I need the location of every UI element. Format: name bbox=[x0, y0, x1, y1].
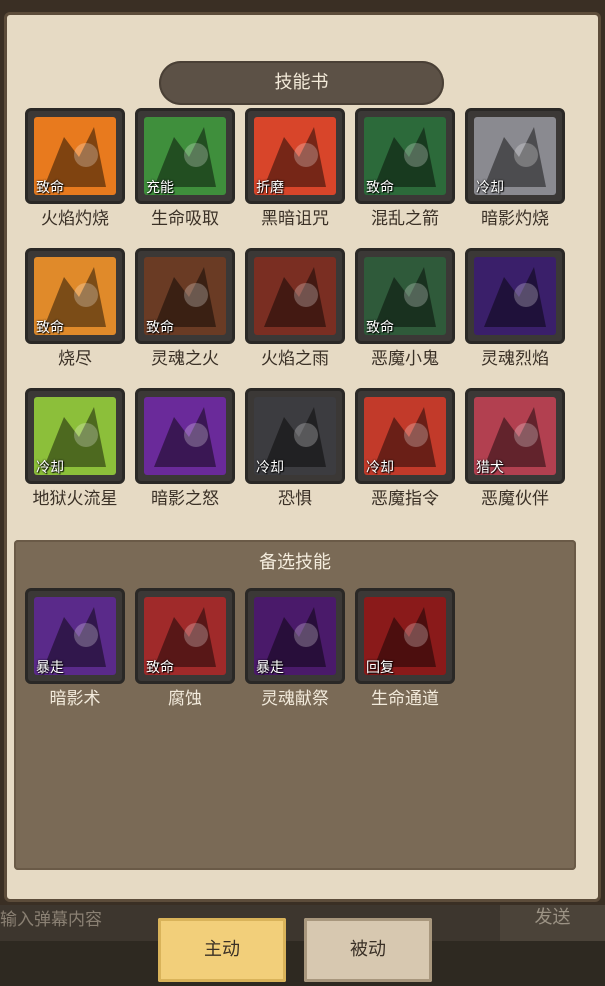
alternate-skills-title: 备选技能 bbox=[259, 552, 331, 573]
skill-icon-frame[interactable]: 致命 bbox=[355, 108, 455, 204]
skill-slot[interactable]: 冷却恶魔指令 bbox=[355, 388, 455, 509]
skill-icon-frame[interactable]: 暴走 bbox=[245, 588, 345, 684]
skill-tag: 致命 bbox=[36, 180, 64, 196]
skill-tag: 折磨 bbox=[256, 180, 284, 196]
skill-icon-frame[interactable]: 致命 bbox=[25, 248, 125, 344]
skill-slot[interactable]: 冷却地狱火流星 bbox=[25, 388, 125, 509]
skill-name: 火焰之雨 bbox=[261, 349, 329, 369]
skill-tag: 冷却 bbox=[366, 460, 394, 476]
skill-slot[interactable]: 猎犬恶魔伙伴 bbox=[465, 388, 565, 509]
skill-tag: 冷却 bbox=[256, 460, 284, 476]
skill-name: 恐惧 bbox=[278, 489, 312, 509]
skill-name: 暗影术 bbox=[49, 689, 101, 709]
skill-slot[interactable]: 暗影之怒 bbox=[135, 388, 235, 509]
skill-icon-frame[interactable] bbox=[135, 388, 235, 484]
skill-slot[interactable]: 致命火焰灼烧 bbox=[25, 108, 125, 229]
skill-name: 腐蚀 bbox=[168, 689, 202, 709]
skill-name: 烧尽 bbox=[58, 349, 92, 369]
skill-slot[interactable]: 暴走暗影术 bbox=[25, 588, 125, 709]
skill-slot[interactable]: 冷却恐惧 bbox=[245, 388, 345, 509]
skill-slot[interactable]: 致命灵魂之火 bbox=[135, 248, 235, 369]
skill-icon-frame[interactable] bbox=[245, 248, 345, 344]
skill-slot[interactable]: 充能生命吸取 bbox=[135, 108, 235, 229]
skill-name: 恶魔小鬼 bbox=[371, 349, 439, 369]
skill-name: 暗影灼烧 bbox=[481, 209, 549, 229]
skill-slot[interactable]: 折磨黑暗诅咒 bbox=[245, 108, 345, 229]
skill-tag: 暴走 bbox=[36, 660, 64, 676]
skill-name: 暗影之怒 bbox=[151, 489, 219, 509]
skill-name: 火焰灼烧 bbox=[41, 209, 109, 229]
skill-slot[interactable]: 回复生命通道 bbox=[355, 588, 455, 709]
skill-name: 生命吸取 bbox=[151, 209, 219, 229]
skill-slot[interactable]: 暴走灵魂献祭 bbox=[245, 588, 345, 709]
skill-icon-frame[interactable]: 充能 bbox=[135, 108, 235, 204]
skill-name: 生命通道 bbox=[371, 689, 439, 709]
send-button[interactable]: 发送 bbox=[500, 905, 605, 941]
skill-slot[interactable]: 致命腐蚀 bbox=[135, 588, 235, 709]
skill-icon-frame[interactable]: 猎犬 bbox=[465, 388, 565, 484]
skill-icon-frame[interactable]: 致命 bbox=[135, 588, 235, 684]
skill-name: 恶魔伙伴 bbox=[481, 489, 549, 509]
skill-icon-frame[interactable] bbox=[465, 248, 565, 344]
skill-icon-frame[interactable]: 回复 bbox=[355, 588, 455, 684]
skill-icon-frame[interactable]: 冷却 bbox=[245, 388, 345, 484]
skill-tag: 回复 bbox=[366, 660, 394, 676]
skill-tag: 致命 bbox=[36, 320, 64, 336]
skill-icon-frame[interactable]: 致命 bbox=[135, 248, 235, 344]
skill-name: 恶魔指令 bbox=[371, 489, 439, 509]
skill-name: 灵魂献祭 bbox=[261, 689, 329, 709]
skill-tag: 致命 bbox=[146, 320, 174, 336]
skill-tag: 致命 bbox=[366, 180, 394, 196]
shadow-spiral-icon bbox=[144, 397, 226, 475]
skill-tag: 冷却 bbox=[36, 460, 64, 476]
skill-name: 混乱之箭 bbox=[371, 209, 439, 229]
blue-soul-flame-icon bbox=[474, 257, 556, 335]
bottom-bar: 输入弹幕内容 发送 bbox=[0, 905, 605, 986]
skill-icon-frame[interactable]: 暴走 bbox=[25, 588, 125, 684]
skill-tag: 猎犬 bbox=[476, 460, 504, 476]
skill-name: 黑暗诅咒 bbox=[261, 209, 329, 229]
skill-icon-frame[interactable]: 冷却 bbox=[465, 108, 565, 204]
skill-tag: 致命 bbox=[146, 660, 174, 676]
skill-slot[interactable]: 致命混乱之箭 bbox=[355, 108, 455, 229]
skill-tag: 致命 bbox=[366, 320, 394, 336]
skill-tag: 充能 bbox=[146, 180, 174, 196]
skill-name: 地狱火流星 bbox=[32, 489, 118, 509]
skill-icon-frame[interactable]: 致命 bbox=[355, 248, 455, 344]
skill-icon-frame[interactable]: 冷却 bbox=[355, 388, 455, 484]
skill-icon-frame[interactable]: 冷却 bbox=[25, 388, 125, 484]
skill-tag: 暴走 bbox=[256, 660, 284, 676]
tab-active-skills[interactable]: 主动 bbox=[158, 918, 286, 982]
panel-title: 技能书 bbox=[159, 61, 444, 105]
skill-slot[interactable]: 火焰之雨 bbox=[245, 248, 345, 369]
skill-icon-frame[interactable]: 致命 bbox=[25, 108, 125, 204]
skill-icon-frame[interactable]: 折磨 bbox=[245, 108, 345, 204]
skill-slot[interactable]: 致命烧尽 bbox=[25, 248, 125, 369]
skill-name: 灵魂之火 bbox=[151, 349, 219, 369]
skill-slot[interactable]: 冷却暗影灼烧 bbox=[465, 108, 565, 229]
alternate-skills-panel: 备选技能 暴走 暗影术 致命 腐蚀 暴走 灵魂献祭 回复 生命通道 bbox=[14, 540, 576, 870]
tab-passive-skills[interactable]: 被动 bbox=[304, 918, 432, 982]
skill-tag: 冷却 bbox=[476, 180, 504, 196]
skill-slot[interactable]: 致命恶魔小鬼 bbox=[355, 248, 455, 369]
skill-name: 灵魂烈焰 bbox=[481, 349, 549, 369]
skill-slot[interactable]: 灵魂烈焰 bbox=[465, 248, 565, 369]
fire-rain-icon bbox=[254, 257, 336, 335]
